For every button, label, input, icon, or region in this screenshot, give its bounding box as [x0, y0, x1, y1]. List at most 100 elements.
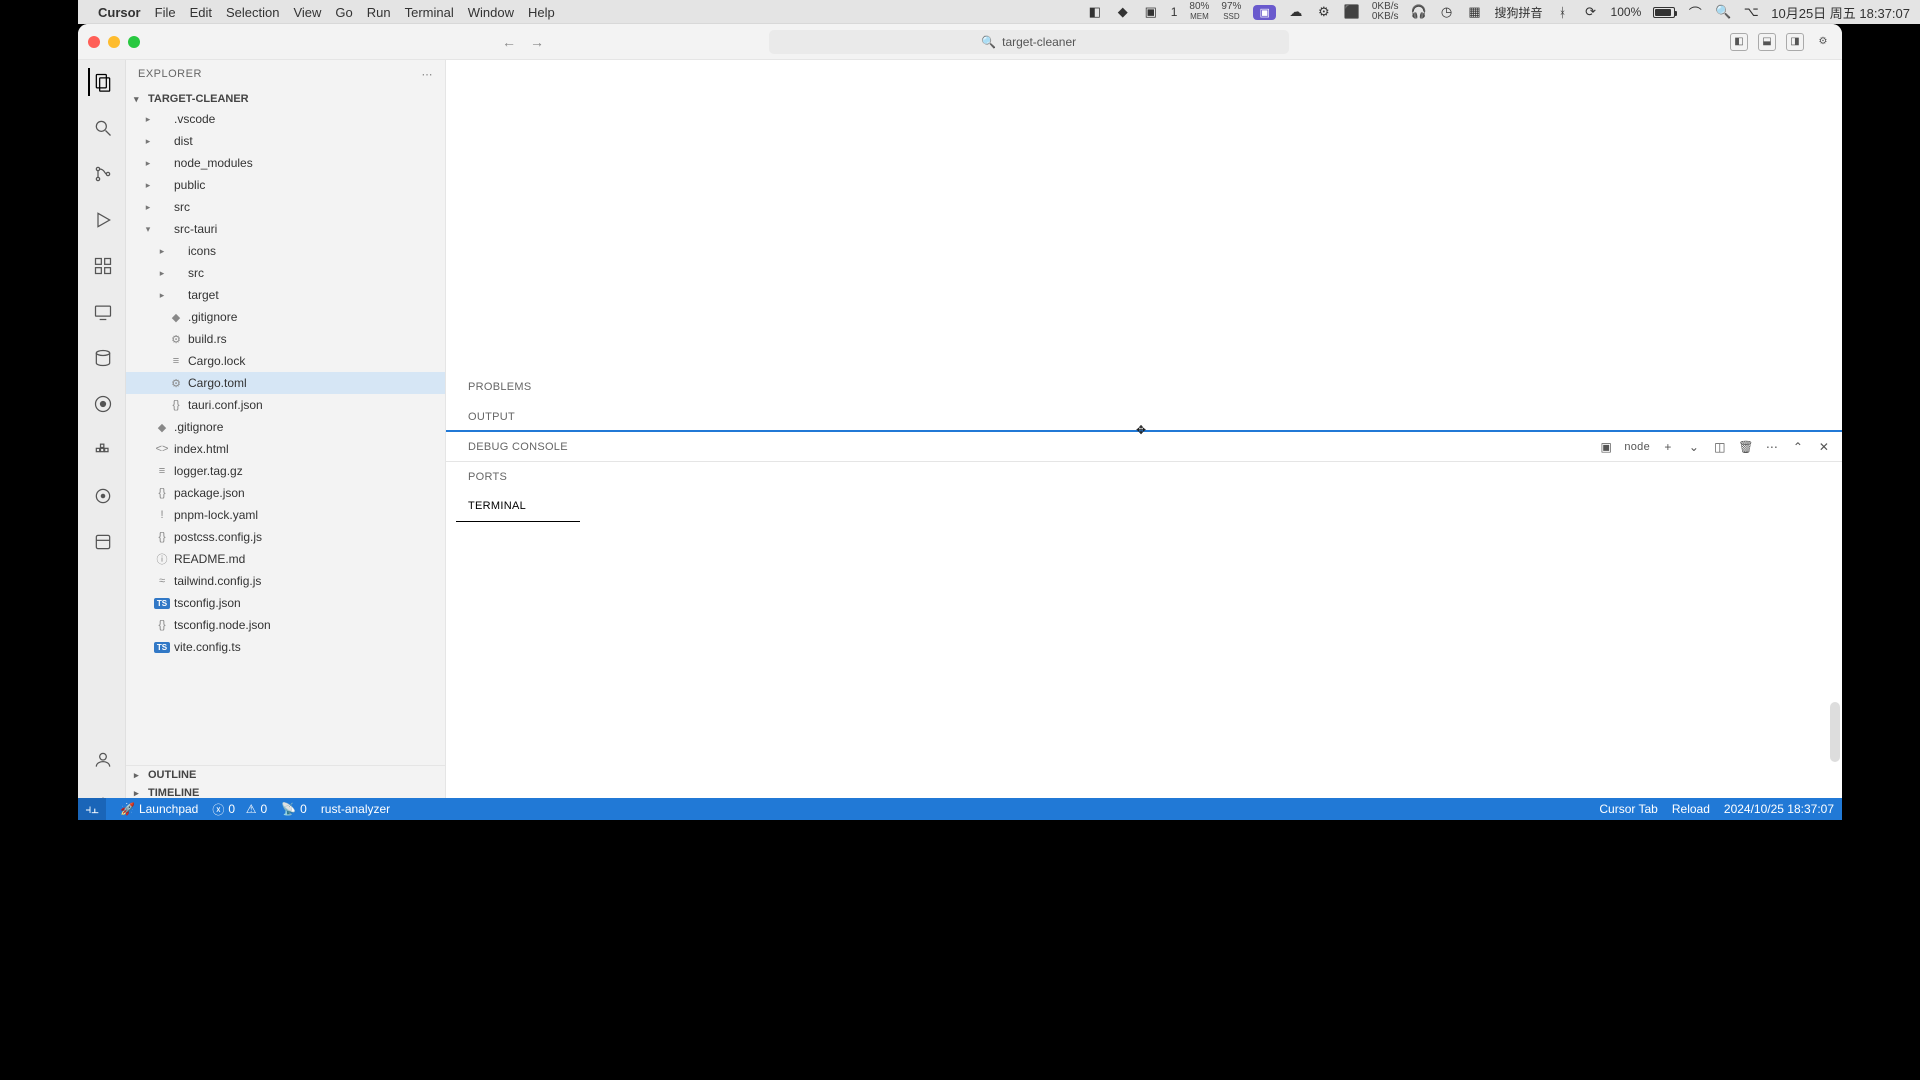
- command-center-search[interactable]: 🔍 target-cleaner: [769, 30, 1289, 54]
- close-panel-icon[interactable]: ✕: [1816, 439, 1832, 455]
- nav-back-button[interactable]: ←: [498, 34, 520, 50]
- panel-tab-debug-console[interactable]: DEBUG CONSOLE: [456, 432, 580, 462]
- menu-view[interactable]: View: [293, 5, 321, 20]
- remote-indicator[interactable]: ⫞⫠: [78, 798, 106, 820]
- panel-resize-handle[interactable]: ✥: [1136, 423, 1152, 439]
- docker-activity-icon[interactable]: [88, 436, 116, 464]
- tree-folder[interactable]: ▸dist: [126, 130, 445, 152]
- status-cursor-tab[interactable]: Cursor Tab: [1599, 802, 1657, 816]
- search-activity-icon[interactable]: [88, 114, 116, 142]
- tree-folder[interactable]: ▾src-tauri: [126, 218, 445, 240]
- window-icon[interactable]: ▦: [1467, 4, 1483, 20]
- explorer-more-icon[interactable]: ⋯: [422, 68, 434, 81]
- toggle-secondary-sidebar-icon[interactable]: ◨: [1786, 33, 1804, 51]
- tree-file[interactable]: {}postcss.config.js: [126, 526, 445, 548]
- status-launchpad[interactable]: 🚀 Launchpad: [120, 802, 198, 816]
- terminal-dropdown-icon[interactable]: ⌄: [1686, 439, 1702, 455]
- toggle-primary-sidebar-icon[interactable]: ◧: [1730, 33, 1748, 51]
- window-close-button[interactable]: [88, 36, 100, 48]
- accounts-activity-icon[interactable]: [88, 746, 116, 774]
- menu-run[interactable]: Run: [367, 5, 391, 20]
- app-name[interactable]: Cursor: [98, 5, 141, 20]
- new-terminal-icon[interactable]: +: [1660, 439, 1676, 455]
- terminal-shell-label[interactable]: node: [1624, 441, 1650, 453]
- tree-file[interactable]: ◆.gitignore: [126, 306, 445, 328]
- sync-icon[interactable]: ⟳: [1583, 4, 1599, 20]
- tree-folder[interactable]: ▸icons: [126, 240, 445, 262]
- tree-folder[interactable]: ▸node_modules: [126, 152, 445, 174]
- tree-folder[interactable]: ▸src: [126, 262, 445, 284]
- tree-file[interactable]: <>index.html: [126, 438, 445, 460]
- menu-selection[interactable]: Selection: [226, 5, 279, 20]
- control-center-icon[interactable]: ⌥: [1743, 4, 1759, 20]
- extensions-activity-icon[interactable]: [88, 252, 116, 280]
- menubar-app-icon[interactable]: ◧: [1087, 4, 1103, 20]
- database-activity-icon[interactable]: [88, 344, 116, 372]
- kill-terminal-icon[interactable]: 🗑: [1738, 439, 1754, 455]
- explorer-activity-icon[interactable]: [88, 68, 116, 96]
- status-reload[interactable]: Reload: [1672, 802, 1710, 816]
- activity-icon[interactable]: [88, 482, 116, 510]
- menubar-clock[interactable]: 10月25日 周五 18:37:07: [1771, 3, 1910, 22]
- wechat-icon[interactable]: ☁: [1288, 4, 1304, 20]
- tree-file[interactable]: ◆.gitignore: [126, 416, 445, 438]
- toggle-panel-icon[interactable]: ⬓: [1758, 33, 1776, 51]
- menu-terminal[interactable]: Terminal: [405, 5, 454, 20]
- menu-edit[interactable]: Edit: [190, 5, 212, 20]
- activity-icon[interactable]: [88, 390, 116, 418]
- window-zoom-button[interactable]: [128, 36, 140, 48]
- spotlight-search-icon[interactable]: 🔍: [1715, 4, 1731, 20]
- tree-file[interactable]: ≡logger.tag.gz: [126, 460, 445, 482]
- menubar-app-icon[interactable]: ▣: [1143, 4, 1159, 20]
- tree-folder[interactable]: ▸public: [126, 174, 445, 196]
- tree-file[interactable]: ≈tailwind.config.js: [126, 570, 445, 592]
- tree-file[interactable]: ⚙Cargo.toml: [126, 372, 445, 394]
- tree-folder[interactable]: ▸.vscode: [126, 108, 445, 130]
- bluetooth-icon[interactable]: ᚼ: [1555, 4, 1571, 20]
- split-terminal-icon[interactable]: ◫: [1712, 439, 1728, 455]
- panel-more-icon[interactable]: ⋯: [1764, 439, 1780, 455]
- workspace-root-header[interactable]: ▾ TARGET-CLEANER: [126, 90, 445, 108]
- tree-file[interactable]: TSvite.config.ts: [126, 636, 445, 658]
- terminal-profile-icon[interactable]: ▣: [1598, 439, 1614, 455]
- tree-file[interactable]: ⚙build.rs: [126, 328, 445, 350]
- tree-file[interactable]: TStsconfig.json: [126, 592, 445, 614]
- status-ports[interactable]: 📡 0: [281, 802, 307, 816]
- battery-icon[interactable]: [1653, 7, 1675, 18]
- tree-folder[interactable]: ▸target: [126, 284, 445, 306]
- clock-icon[interactable]: ◷: [1439, 4, 1455, 20]
- tree-file[interactable]: {}tsconfig.node.json: [126, 614, 445, 636]
- menubar-app-icon[interactable]: ◆: [1115, 4, 1131, 20]
- panel-tab-output[interactable]: OUTPUT: [456, 402, 580, 432]
- status-rust-analyzer[interactable]: rust-analyzer: [321, 802, 390, 816]
- wifi-icon[interactable]: ⌒: [1687, 4, 1703, 20]
- screen-record-indicator[interactable]: ▣: [1253, 5, 1275, 20]
- run-debug-activity-icon[interactable]: [88, 206, 116, 234]
- tree-file[interactable]: {}package.json: [126, 482, 445, 504]
- remote-activity-icon[interactable]: [88, 298, 116, 326]
- source-control-activity-icon[interactable]: [88, 160, 116, 188]
- activity-icon[interactable]: [88, 528, 116, 556]
- window-minimize-button[interactable]: [108, 36, 120, 48]
- terminal-scrollbar[interactable]: [1830, 702, 1840, 762]
- outline-section[interactable]: ▸OUTLINE: [126, 766, 445, 784]
- menu-help[interactable]: Help: [528, 5, 555, 20]
- menu-window[interactable]: Window: [468, 5, 514, 20]
- tree-file[interactable]: {}tauri.conf.json: [126, 394, 445, 416]
- tree-file[interactable]: !pnpm-lock.yaml: [126, 504, 445, 526]
- menubar-app-icon[interactable]: ⬛: [1344, 4, 1360, 20]
- panel-tab-problems[interactable]: PROBLEMS: [456, 372, 580, 402]
- ime-label[interactable]: 搜狗拼音: [1495, 4, 1543, 21]
- menu-go[interactable]: Go: [335, 5, 352, 20]
- settings-gear-icon[interactable]: ⚙: [1814, 33, 1832, 51]
- settings-gear-icon[interactable]: ⚙: [1316, 4, 1332, 20]
- maximize-panel-icon[interactable]: ⌃: [1790, 439, 1806, 455]
- status-problems[interactable]: ⓧ 0 ⚠ 0: [212, 801, 267, 818]
- tree-file[interactable]: ≡Cargo.lock: [126, 350, 445, 372]
- tree-folder[interactable]: ▸src: [126, 196, 445, 218]
- headphones-icon[interactable]: 🎧: [1411, 4, 1427, 20]
- tree-file[interactable]: ⓘREADME.md: [126, 548, 445, 570]
- terminal-body[interactable]: ⌘K to generate a command: [446, 462, 1842, 820]
- menu-file[interactable]: File: [155, 5, 176, 20]
- nav-forward-button[interactable]: →: [526, 34, 548, 50]
